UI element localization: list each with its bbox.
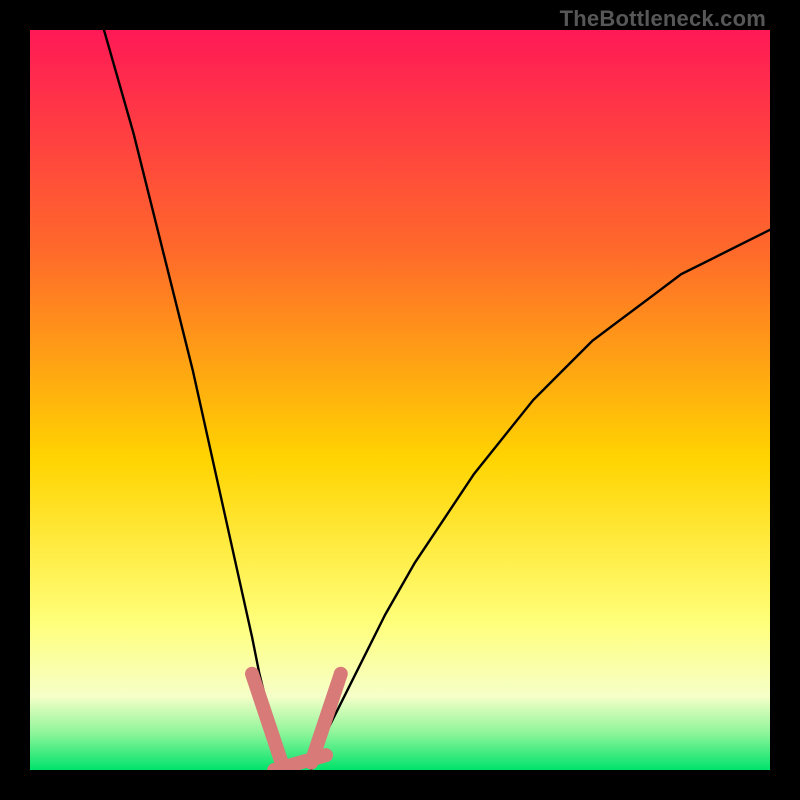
watermark-text: TheBottleneck.com xyxy=(560,6,766,32)
valley-marker-left xyxy=(252,674,282,763)
chart-frame: TheBottleneck.com xyxy=(0,0,800,800)
left-curve xyxy=(104,30,285,770)
right-curve xyxy=(311,230,770,770)
plot-area xyxy=(30,30,770,770)
curve-layer xyxy=(30,30,770,770)
